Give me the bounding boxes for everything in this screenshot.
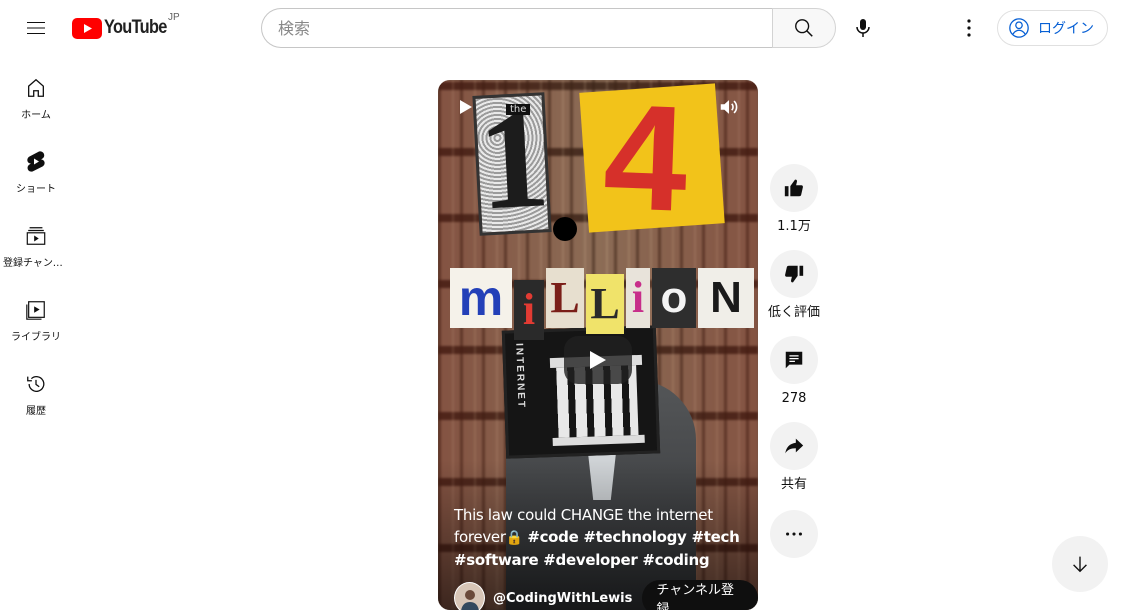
comment-icon	[785, 351, 803, 369]
next-video-button[interactable]	[1052, 536, 1108, 592]
voice-search-button[interactable]	[843, 8, 883, 48]
subscriptions-icon	[24, 224, 48, 248]
sidebar-item-home[interactable]: ホーム	[0, 56, 72, 130]
subscribe-button[interactable]: チャンネル登録	[642, 580, 758, 610]
comment-count: 278	[781, 391, 807, 406]
video-digit-four: 4	[601, 80, 691, 243]
library-icon	[24, 298, 48, 322]
history-icon	[24, 372, 48, 396]
home-icon	[24, 76, 48, 100]
sidebar-item-label: ショート	[16, 184, 56, 195]
comments-button[interactable]	[770, 336, 818, 384]
video-letter: L	[586, 274, 624, 334]
sidebar-item-history[interactable]: 履歴	[0, 352, 72, 426]
youtube-play-logo-icon	[72, 17, 102, 39]
video-letter: i	[514, 280, 544, 340]
share-action: 共有	[770, 422, 818, 494]
lock-emoji: 🔒	[505, 530, 523, 546]
channel-row: @CodingWithLewis チャンネル登録	[454, 580, 758, 610]
sidebar-item-label: ホーム	[21, 110, 51, 121]
video-decimal-point	[553, 217, 577, 241]
video-letter: o	[652, 268, 696, 328]
share-label: 共有	[780, 477, 807, 492]
short-title[interactable]: This law could CHANGE the internet forev…	[454, 504, 744, 571]
country-code: JP	[168, 12, 180, 23]
play-icon	[460, 100, 472, 114]
short-video-player[interactable]: INTERNET 1 the 4 m i L L i o N This law …	[438, 80, 758, 610]
play-icon	[590, 351, 606, 369]
sidebar-item-label: ライブラリ	[11, 332, 61, 343]
settings-more-button[interactable]	[949, 8, 989, 48]
like-count: 1.1万	[777, 219, 811, 234]
video-letter: i	[626, 268, 650, 328]
more-actions-button[interactable]	[770, 510, 818, 558]
avatar-person-icon	[460, 590, 479, 610]
more-action	[770, 510, 818, 558]
player-volume-button[interactable]	[718, 96, 740, 123]
logo-wordmark: YouTube	[104, 17, 167, 38]
short-actions: 1.1万 低く評価 278 共有	[768, 164, 820, 558]
video-the-label: the	[506, 104, 531, 115]
video-internet-text: INTERNET	[513, 342, 527, 410]
large-play-button[interactable]	[564, 336, 632, 384]
sidebar-item-label: 登録チャンネル	[3, 258, 69, 269]
account-circle-icon	[1009, 18, 1029, 38]
thumbs-down-icon	[785, 265, 804, 283]
youtube-logo[interactable]: YouTube	[72, 16, 177, 40]
search-button[interactable]	[772, 8, 836, 48]
sidebar-item-subscriptions[interactable]: 登録チャンネル	[0, 204, 72, 278]
login-label: ログイン	[1038, 21, 1094, 37]
volume-icon	[720, 100, 738, 114]
channel-name[interactable]: @CodingWithLewis	[493, 591, 632, 606]
channel-avatar[interactable]	[454, 582, 485, 610]
search-input[interactable]	[261, 8, 772, 48]
dislike-button[interactable]	[770, 250, 818, 298]
more-horizontal-icon	[786, 532, 802, 536]
comments-action: 278	[770, 336, 818, 408]
dislike-action: 低く評価	[768, 250, 820, 322]
sidebar-item-shorts[interactable]: ショート	[0, 130, 72, 204]
microphone-icon	[856, 19, 870, 37]
thumbs-up-icon	[784, 179, 803, 197]
search-bar	[261, 8, 836, 48]
search-icon	[795, 19, 813, 37]
masthead: YouTube JP ログイン	[0, 0, 1124, 56]
arrow-down-icon	[1073, 556, 1087, 573]
more-vertical-icon	[967, 19, 971, 37]
player-play-toggle[interactable]	[458, 98, 474, 121]
video-million-word: m i L L i o N	[450, 268, 756, 340]
guide-menu-button[interactable]	[16, 8, 56, 48]
video-digit-four-card: 4	[579, 80, 725, 243]
mini-guide: ホーム ショート 登録チャンネル ライブラリ 履歴	[0, 56, 72, 426]
like-action: 1.1万	[770, 164, 818, 236]
video-letter: L	[546, 268, 584, 328]
share-button[interactable]	[770, 422, 818, 470]
hamburger-icon	[27, 22, 45, 34]
sidebar-item-label: 履歴	[26, 406, 46, 417]
dislike-label: 低く評価	[767, 305, 820, 320]
share-icon	[785, 438, 804, 454]
shorts-icon	[24, 150, 48, 174]
login-button[interactable]: ログイン	[997, 10, 1108, 46]
video-letter: m	[450, 268, 512, 328]
sidebar-item-library[interactable]: ライブラリ	[0, 278, 72, 352]
like-button[interactable]	[770, 164, 818, 212]
video-letter: N	[698, 268, 754, 328]
